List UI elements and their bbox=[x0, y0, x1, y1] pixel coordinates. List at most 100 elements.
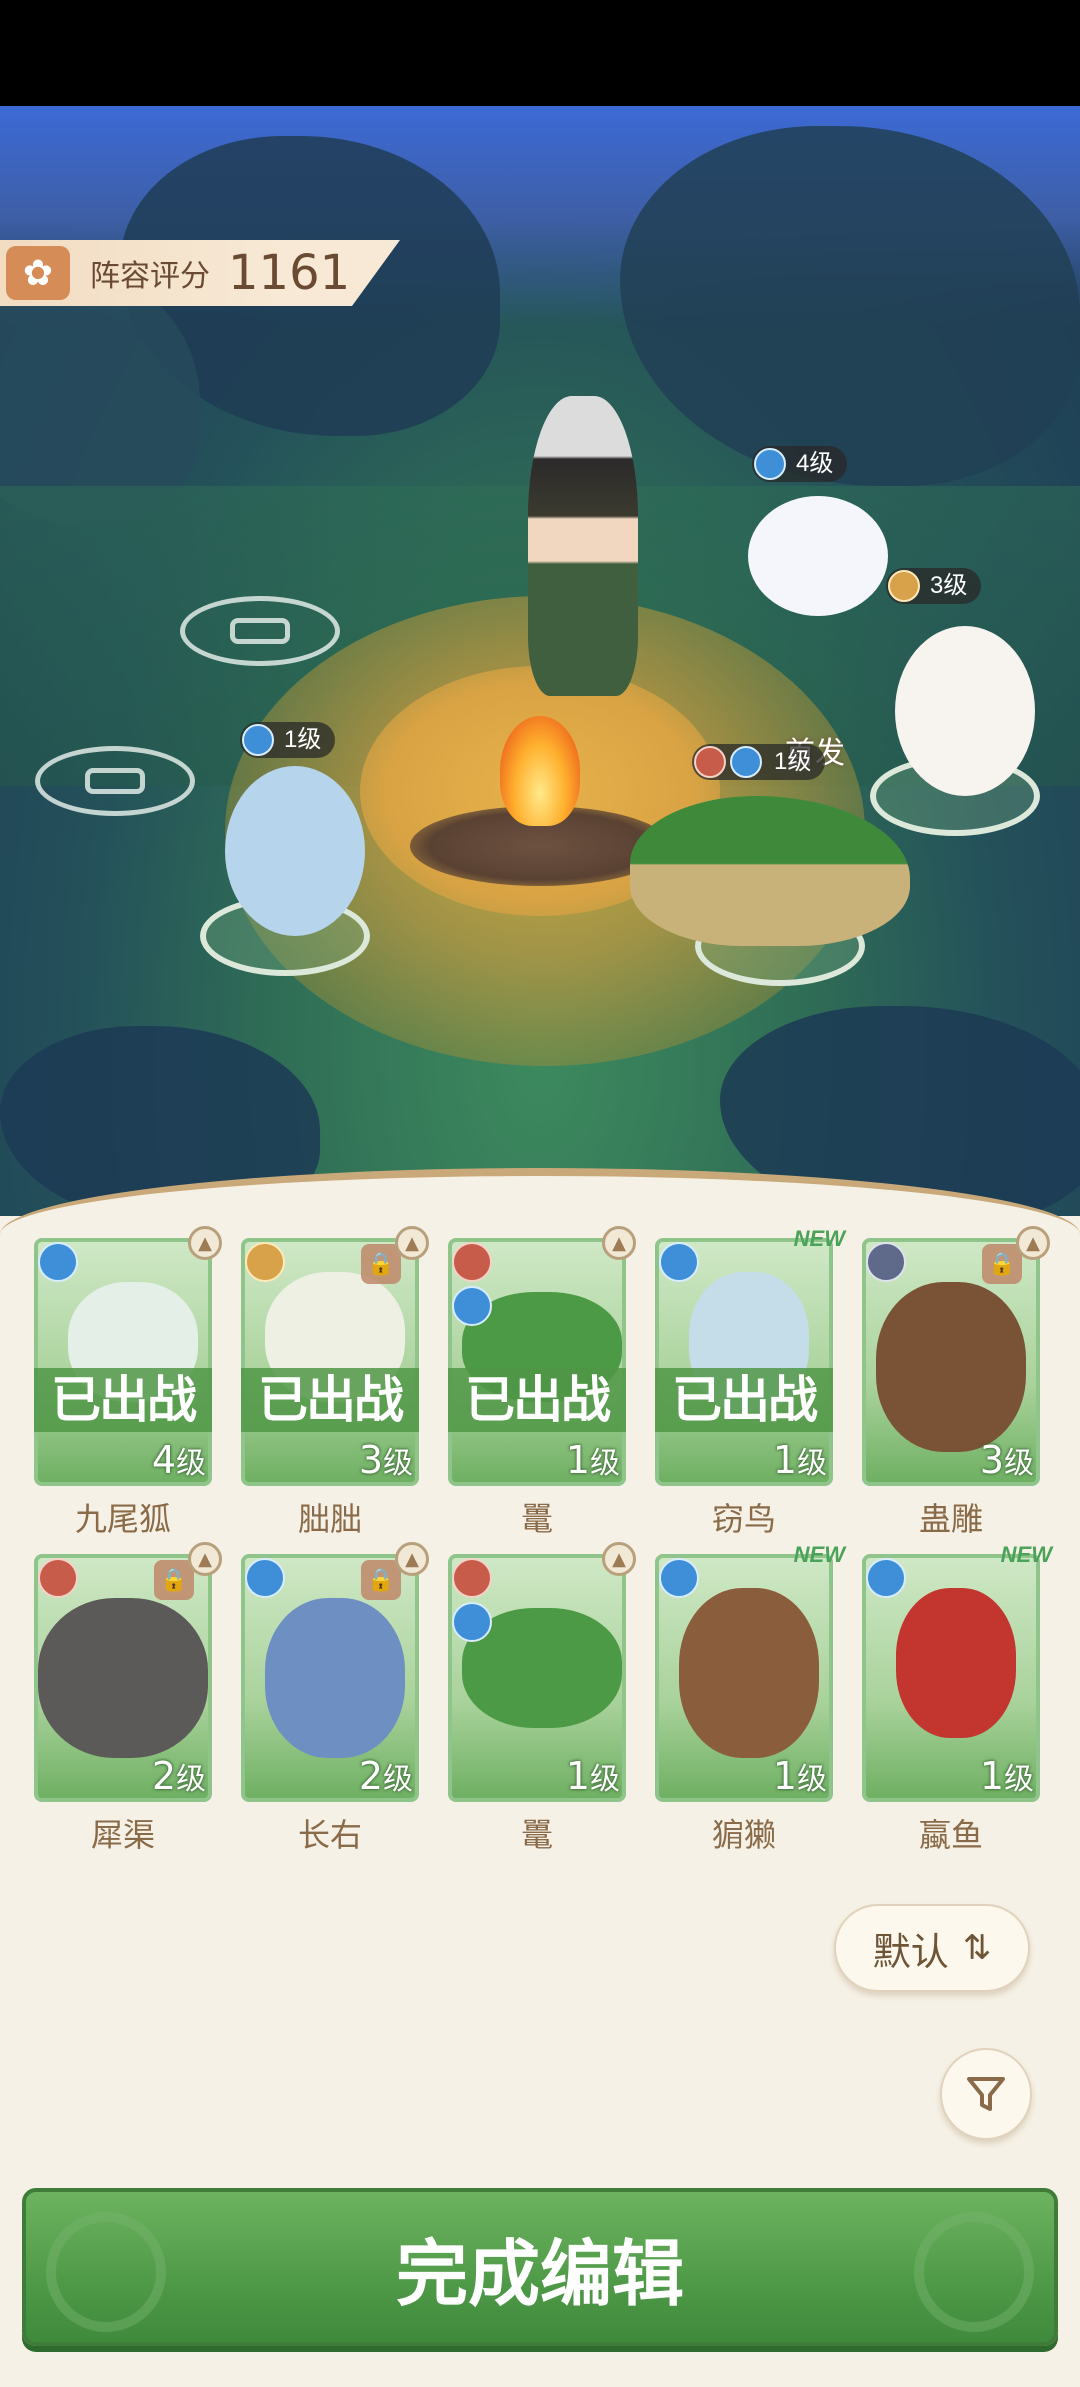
water-element-icon bbox=[659, 1242, 699, 1282]
upgrade-arrow-icon[interactable]: ▲ bbox=[395, 1226, 429, 1260]
pet-card[interactable]: 🔒 ▲ 2级 犀渠 bbox=[34, 1542, 222, 1854]
lock-icon[interactable]: 🔒 bbox=[982, 1244, 1022, 1284]
level-text: 3级 bbox=[930, 572, 968, 599]
card-level: 1级 bbox=[566, 1754, 620, 1798]
decor-ring bbox=[46, 2212, 166, 2332]
pet-name: 九尾狐 bbox=[74, 1500, 171, 1538]
done-label: 完成编辑 bbox=[395, 2231, 684, 2316]
pet-figure bbox=[876, 1282, 1026, 1452]
level-unit: 级 bbox=[383, 1762, 413, 1797]
sort-toggle-icon: ⇅ bbox=[962, 1928, 992, 1968]
card-level: 2级 bbox=[359, 1754, 413, 1798]
paw-icon: ✿ bbox=[6, 246, 70, 300]
water-element-icon bbox=[245, 1558, 285, 1598]
pet-name: 蛊雕 bbox=[918, 1500, 983, 1538]
card-level: 1级 bbox=[980, 1754, 1034, 1798]
pet-name: 长右 bbox=[297, 1816, 362, 1854]
card-level: 1级 bbox=[566, 1438, 620, 1482]
seat-icon bbox=[85, 768, 145, 794]
fire-element-icon bbox=[452, 1558, 492, 1598]
water-element-icon bbox=[242, 724, 274, 756]
fire-element-icon bbox=[452, 1242, 492, 1282]
pet-card[interactable]: 🔒 ▲ 2级 长右 bbox=[241, 1542, 429, 1854]
upgrade-arrow-icon[interactable]: ▲ bbox=[602, 1542, 636, 1576]
pet-name: 鼍 bbox=[520, 1500, 553, 1538]
level-unit: 级 bbox=[590, 1446, 620, 1481]
fire-element-icon bbox=[38, 1558, 78, 1598]
upgrade-arrow-icon[interactable]: ▲ bbox=[1016, 1226, 1050, 1260]
water-element-icon bbox=[38, 1242, 78, 1282]
level-number: 1 bbox=[979, 1754, 1004, 1798]
water-element-icon bbox=[452, 1286, 492, 1326]
lock-icon[interactable]: 🔒 bbox=[361, 1560, 401, 1600]
done-editing-button[interactable]: 完成编辑 bbox=[22, 2188, 1058, 2346]
level-unit: 级 bbox=[1004, 1762, 1034, 1797]
duck-sprite[interactable] bbox=[225, 766, 365, 936]
level-unit: 级 bbox=[590, 1762, 620, 1797]
card-level: 3级 bbox=[359, 1438, 413, 1482]
fire-element-icon bbox=[694, 746, 726, 778]
pet-card[interactable]: ▲ 1级 鼍 bbox=[448, 1542, 636, 1854]
status-bar bbox=[0, 0, 1080, 106]
pet-figure bbox=[265, 1598, 405, 1758]
level-tag: 4级 bbox=[752, 446, 848, 482]
level-tag: 1级 bbox=[240, 722, 336, 758]
lock-icon[interactable]: 🔒 bbox=[361, 1244, 401, 1284]
pet-figure bbox=[38, 1598, 208, 1758]
level-unit: 级 bbox=[797, 1446, 827, 1481]
level-unit: 级 bbox=[1004, 1446, 1034, 1481]
card-level: 2级 bbox=[152, 1754, 206, 1798]
level-number: 1 bbox=[772, 1438, 797, 1482]
pet-card[interactable]: NEW 已出战 1级 窃鸟 bbox=[655, 1226, 845, 1538]
pet-card[interactable]: ▲ 已出战 4级 九尾狐 bbox=[34, 1226, 222, 1538]
level-unit: 级 bbox=[383, 1446, 413, 1481]
decor-ring bbox=[914, 2212, 1034, 2332]
empty-slot[interactable] bbox=[35, 746, 195, 816]
dark-element-icon bbox=[866, 1242, 906, 1282]
pet-name: 窃鸟 bbox=[711, 1500, 776, 1538]
pet-card[interactable]: ▲ 已出战 1级 鼍 bbox=[448, 1226, 636, 1538]
filter-icon bbox=[967, 2077, 1005, 2111]
pet-card[interactable]: 🔒 ▲ 3级 蛊雕 bbox=[862, 1226, 1050, 1538]
gold-element-icon bbox=[888, 570, 920, 602]
sort-button[interactable]: 默认 ⇅ bbox=[834, 1904, 1030, 1992]
pet-figure bbox=[679, 1588, 819, 1758]
empty-slot[interactable] bbox=[180, 596, 340, 666]
new-badge: NEW bbox=[793, 1226, 845, 1251]
level-text: 1级 bbox=[284, 726, 322, 753]
sort-label: 默认 bbox=[872, 1929, 949, 1974]
deployed-label: 已出战 bbox=[448, 1368, 626, 1432]
water-element-icon bbox=[659, 1558, 699, 1598]
card-level: 4级 bbox=[152, 1438, 206, 1482]
hero-character[interactable] bbox=[528, 396, 638, 696]
water-element-icon bbox=[730, 746, 762, 778]
pet-name: 蠃鱼 bbox=[918, 1816, 983, 1854]
level-number: 2 bbox=[151, 1754, 176, 1798]
nine-tail-fox-sprite[interactable] bbox=[748, 496, 888, 616]
level-number: 4 bbox=[151, 1438, 176, 1482]
crocodile-sprite[interactable] bbox=[630, 796, 910, 946]
upgrade-arrow-icon[interactable]: ▲ bbox=[188, 1226, 222, 1260]
new-badge: NEW bbox=[1000, 1542, 1052, 1567]
level-number: 3 bbox=[979, 1438, 1004, 1482]
pet-name: 胐胐 bbox=[297, 1500, 362, 1538]
upgrade-arrow-icon[interactable]: ▲ bbox=[188, 1542, 222, 1576]
lock-icon[interactable]: 🔒 bbox=[154, 1560, 194, 1600]
deployed-label: 已出战 bbox=[655, 1368, 833, 1432]
upgrade-arrow-icon[interactable]: ▲ bbox=[602, 1226, 636, 1260]
pet-name: 鼍 bbox=[520, 1816, 553, 1854]
pet-name: 猏獭 bbox=[711, 1816, 776, 1854]
water-element-icon bbox=[866, 1558, 906, 1598]
deployed-label: 已出战 bbox=[34, 1368, 212, 1432]
water-element-icon bbox=[452, 1602, 492, 1642]
level-number: 3 bbox=[358, 1438, 383, 1482]
pet-card[interactable]: NEW 1级 猏獭 bbox=[655, 1542, 845, 1854]
filter-button[interactable] bbox=[940, 2048, 1032, 2140]
lineup-score-banner: ✿ 阵容评分 1161 bbox=[0, 240, 400, 306]
white-cat-sprite[interactable] bbox=[895, 626, 1035, 796]
card-level: 1级 bbox=[773, 1754, 827, 1798]
pet-card[interactable]: 🔒 ▲ 已出战 3级 胐胐 bbox=[241, 1226, 429, 1538]
pet-figure bbox=[896, 1588, 1016, 1738]
upgrade-arrow-icon[interactable]: ▲ bbox=[395, 1542, 429, 1576]
pet-card[interactable]: NEW 1级 蠃鱼 bbox=[862, 1542, 1052, 1854]
